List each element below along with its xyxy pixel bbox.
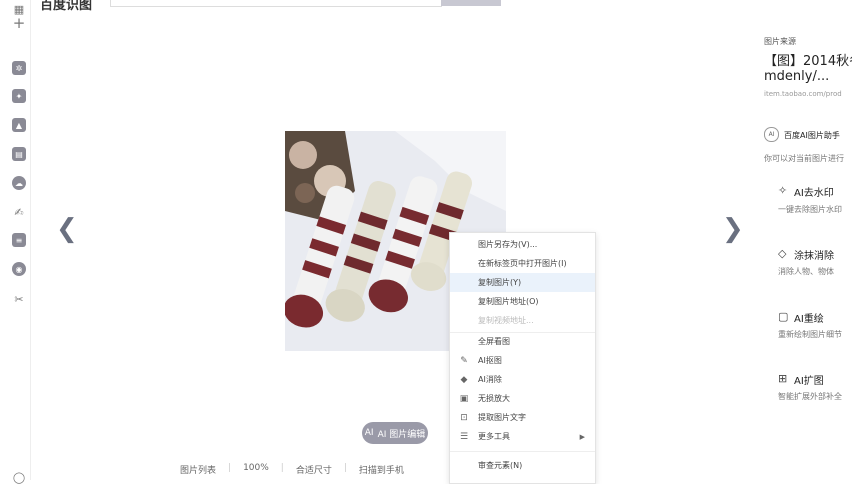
ctx-save-image-as[interactable]: 图片另存为(V)... xyxy=(450,235,595,254)
source-url[interactable]: item.taobao.com/prod xyxy=(764,90,842,98)
redraw-icon: ▢ xyxy=(778,310,789,323)
scan-to-phone-button[interactable]: 扫描到手机 xyxy=(359,463,404,476)
help-icon[interactable]: ◯ xyxy=(12,470,26,484)
ai-image-edit-label: AI 图片编辑 xyxy=(377,429,426,440)
feature-description: 消除人物、物体 xyxy=(778,267,834,276)
next-image-arrow-icon[interactable]: ❯ xyxy=(722,214,744,244)
feature-title: AI扩图 xyxy=(794,376,824,387)
feature-description: 智能扩展外部补全 xyxy=(778,392,842,401)
ai-assistant-icon: AI xyxy=(764,127,779,142)
ctx-divider xyxy=(450,451,595,452)
plus-icon[interactable]: + xyxy=(12,14,26,32)
upscale-icon: ▣ xyxy=(459,393,469,404)
ctx-copy-video-address: 复制视频地址... xyxy=(450,311,595,330)
left-rail: ▦ + ✲ ✦ ▲ ▤ ☁ ✍ ≡ ◉ ✂ ◯ xyxy=(0,0,31,484)
ctx-item-label: AI消除 xyxy=(478,375,502,384)
ctx-copy-image[interactable]: 复制图片(Y) xyxy=(450,273,595,292)
cloud-icon[interactable]: ☁ xyxy=(12,176,26,190)
fit-size-button[interactable]: 合适尺寸 xyxy=(296,463,332,476)
menu-icon: ☰ xyxy=(459,431,469,442)
ctx-ai-cutout[interactable]: ✎ AI抠图 xyxy=(450,351,595,370)
toolbar-divider: | xyxy=(280,463,284,473)
source-title-continued[interactable]: mdenly/... xyxy=(764,69,829,84)
ctx-item-label: 全屏看图 xyxy=(478,337,510,346)
photo-edit-icon[interactable]: ▲ xyxy=(12,118,26,132)
source-title[interactable]: 【图】2014秋冬 xyxy=(764,50,852,69)
ctx-item-label: 更多工具 xyxy=(478,432,510,441)
star-icon[interactable]: ✦ xyxy=(12,89,26,103)
search-input[interactable] xyxy=(110,0,442,7)
ctx-lossless-upscale[interactable]: ▣ 无损放大 xyxy=(450,389,595,408)
feature-description: 一键去除图片水印 xyxy=(778,205,842,214)
feature-title: AI去水印 xyxy=(794,188,834,199)
ctx-item-label: 审查元素(N) xyxy=(478,461,523,470)
eraser-icon: ◇ xyxy=(778,247,787,260)
previous-image-arrow-icon[interactable]: ❮ xyxy=(56,214,78,244)
settings-icon[interactable]: ✲ xyxy=(12,61,26,75)
toolbar-divider: | xyxy=(343,463,347,473)
ai-icon: AI xyxy=(364,428,374,438)
submenu-arrow-icon: ▶ xyxy=(579,432,585,441)
ctx-fullscreen-view[interactable]: 全屏看图 xyxy=(450,332,595,351)
ctx-item-label: 复制图片地址(O) xyxy=(478,297,539,306)
ctx-more-tools[interactable]: ☰ 更多工具 ▶ xyxy=(450,427,595,446)
ctx-item-label: 提取图片文字 xyxy=(478,413,526,422)
circle-icon[interactable]: ◉ xyxy=(12,262,26,276)
ctx-item-label: 复制视频地址... xyxy=(478,316,534,325)
feature-description: 重新绘制图片细节 xyxy=(778,330,842,339)
scissors-icon[interactable]: ✂ xyxy=(12,292,26,306)
sign-icon[interactable]: ✍ xyxy=(12,205,26,219)
feature-title: 涂抹消除 xyxy=(794,251,834,262)
ai-image-edit-button[interactable]: AI AI 图片编辑 xyxy=(362,422,428,444)
app-title: 百度识图 xyxy=(40,0,93,13)
ctx-extract-text[interactable]: ⊡ 提取图片文字 xyxy=(450,408,595,427)
image-source-label: 图片来源 xyxy=(764,37,796,46)
ctx-item-label: 图片另存为(V)... xyxy=(478,240,538,249)
feature-title: AI重绘 xyxy=(794,314,824,325)
ctx-item-label: 复制图片(Y) xyxy=(478,278,522,287)
viewer-toolbar: 图片列表 | 100% | 合适尺寸 | 扫描到手机 xyxy=(180,463,404,476)
ctx-inspect-element[interactable]: 审查元素(N) xyxy=(450,456,595,475)
pen-icon: ✎ xyxy=(460,355,468,366)
right-panel: 图片来源 【图】2014秋冬 mdenly/... item.taobao.co… xyxy=(754,0,852,480)
ctx-ai-erase[interactable]: ◆ AI消除 xyxy=(450,370,595,389)
ctx-item-label: AI抠图 xyxy=(478,356,502,365)
image-list-button[interactable]: 图片列表 xyxy=(180,463,216,476)
ocr-icon: ⊡ xyxy=(460,412,468,423)
toolbar-divider: | xyxy=(228,463,232,473)
zoom-level[interactable]: 100% xyxy=(243,463,269,476)
sparkle-icon: ✧ xyxy=(778,184,788,197)
list-icon[interactable]: ≡ xyxy=(12,233,26,247)
search-button[interactable] xyxy=(441,0,501,6)
ctx-item-label: 无损放大 xyxy=(478,394,510,403)
ctx-item-label: 在新标签页中打开图片(I) xyxy=(478,259,567,268)
expand-icon: ⊞ xyxy=(778,372,788,385)
assistant-title: 百度AI图片助手 xyxy=(784,131,840,140)
eraser-icon: ◆ xyxy=(460,374,468,385)
assistant-description: 你可以对当前图片进行 xyxy=(764,154,844,163)
ctx-open-image-new-tab[interactable]: 在新标签页中打开图片(I) xyxy=(450,254,595,273)
context-menu: 图片另存为(V)... 在新标签页中打开图片(I) 复制图片(Y) 复制图片地址… xyxy=(449,232,596,484)
document-icon[interactable]: ▤ xyxy=(12,147,26,161)
ctx-copy-image-address[interactable]: 复制图片地址(O) xyxy=(450,292,595,311)
